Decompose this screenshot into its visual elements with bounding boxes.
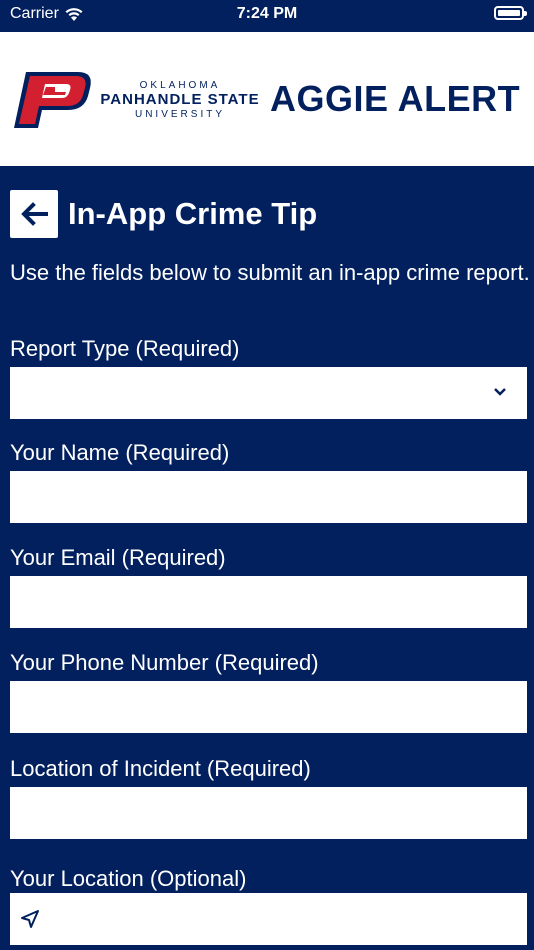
report-type-select[interactable] <box>10 367 527 419</box>
status-bar: Carrier 7:24 PM <box>0 0 534 32</box>
status-time: 7:24 PM <box>236 5 298 22</box>
your-location-field[interactable] <box>10 893 527 945</box>
university-name: OKLAHOMA PANHANDLE STATE UNIVERSITY <box>96 80 264 120</box>
report-type-label: Report Type (Required) <box>10 336 240 361</box>
university-name-line3: UNIVERSITY <box>134 109 225 120</box>
your-location-label: Your Location (Optional) <box>10 866 247 891</box>
email-field[interactable] <box>10 576 527 628</box>
email-label: Your Email (Required) <box>10 545 226 570</box>
back-button[interactable] <box>10 190 58 238</box>
page-title: In-App Crime Tip <box>68 196 318 231</box>
chevron-down-icon <box>494 388 506 396</box>
location-arrow-icon[interactable] <box>20 909 40 929</box>
name-label: Your Name (Required) <box>10 440 230 465</box>
phone-field[interactable] <box>10 681 527 733</box>
name-field[interactable] <box>10 471 527 523</box>
university-logo-icon <box>14 72 91 128</box>
phone-label: Your Phone Number (Required) <box>10 650 319 675</box>
incident-location-field[interactable] <box>10 787 527 839</box>
arrow-left-icon <box>21 202 48 226</box>
battery-icon <box>494 6 527 20</box>
university-name-line2: PANHANDLE STATE <box>100 91 260 108</box>
app-header: OKLAHOMA PANHANDLE STATE UNIVERSITY AGGI… <box>0 32 534 166</box>
page-intro: Use the fields below to submit an in-app… <box>10 260 530 285</box>
app-name: AGGIE ALERT <box>270 78 521 119</box>
incident-location-label: Location of Incident (Required) <box>10 756 311 781</box>
university-name-line1: OKLAHOMA <box>139 80 221 91</box>
